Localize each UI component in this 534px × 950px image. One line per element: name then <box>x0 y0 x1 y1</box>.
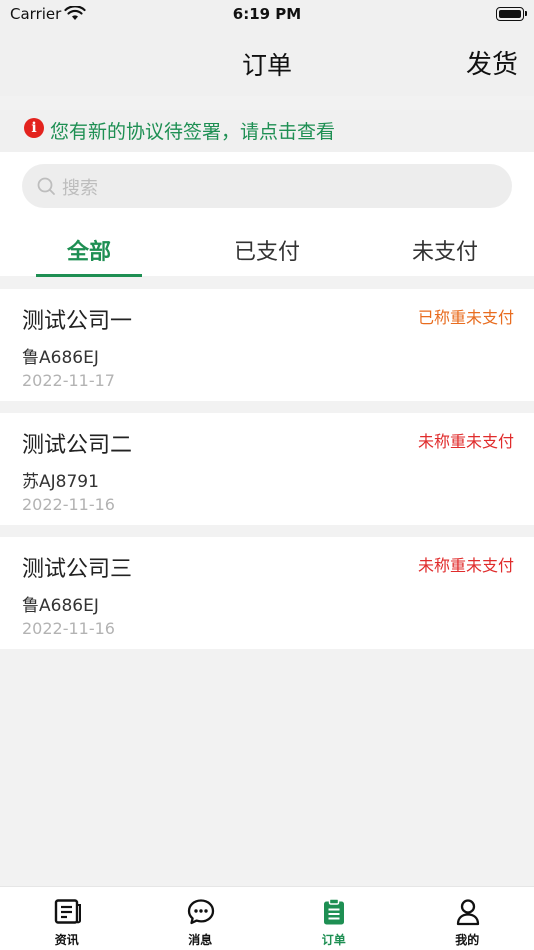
info-icon: i <box>24 118 44 138</box>
order-card[interactable]: 测试公司三 未称重未支付 鲁A686EJ 2022-11-16 <box>0 537 534 649</box>
navigation-bar: 订单 发货 <box>0 30 534 96</box>
tab-paid[interactable]: 已支付 <box>178 228 356 276</box>
tab-bar-profile[interactable]: 我的 <box>401 887 534 950</box>
order-plate: 鲁A686EJ <box>22 596 99 616</box>
order-date: 2022-11-16 <box>22 619 115 638</box>
tab-bar-label: 消息 <box>188 933 213 947</box>
active-tab-indicator <box>36 274 142 277</box>
order-company: 测试公司二 <box>22 433 133 458</box>
bottom-tab-bar: 资讯 消息 订单 我的 <box>0 886 534 950</box>
order-card[interactable]: 测试公司一 已称重未支付 鲁A686EJ 2022-11-17 <box>0 289 534 401</box>
tab-bar-news[interactable]: 资讯 <box>0 887 134 950</box>
news-icon <box>54 899 81 924</box>
order-date: 2022-11-17 <box>22 371 115 390</box>
chat-icon <box>187 899 214 925</box>
order-status: 已称重未支付 <box>417 308 514 327</box>
notice-text: 您有新的协议待签署，请点击查看 <box>50 121 336 143</box>
clock-time: 6:19 PM <box>232 5 302 23</box>
tab-bar-label: 订单 <box>321 933 346 947</box>
tab-label: 全部 <box>66 240 111 265</box>
search-placeholder: 搜索 <box>62 178 98 199</box>
tab-label: 未支付 <box>411 240 478 265</box>
ship-button[interactable]: 发货 <box>466 44 518 81</box>
order-company: 测试公司一 <box>22 309 133 334</box>
tab-bar-label: 我的 <box>455 933 480 947</box>
order-status: 未称重未支付 <box>417 556 514 575</box>
tab-label: 已支付 <box>233 240 300 265</box>
order-company: 测试公司三 <box>22 557 133 582</box>
tab-unpaid[interactable]: 未支付 <box>356 228 534 276</box>
battery-icon <box>496 7 527 21</box>
user-icon <box>456 899 479 926</box>
order-card[interactable]: 测试公司二 未称重未支付 苏AJ8791 2022-11-16 <box>0 413 534 525</box>
order-date: 2022-11-16 <box>22 495 115 514</box>
tab-all[interactable]: 全部 <box>0 228 178 276</box>
tab-bar-label: 资讯 <box>54 933 79 947</box>
order-status: 未称重未支付 <box>417 432 514 451</box>
tab-bar-messages[interactable]: 消息 <box>134 887 268 950</box>
order-plate: 鲁A686EJ <box>22 348 99 368</box>
search-icon <box>37 177 55 195</box>
search-and-tabs: 搜索 全部 已支付 未支付 <box>0 152 534 277</box>
search-input[interactable]: 搜索 <box>22 164 512 208</box>
page-title: 订单 <box>241 51 292 80</box>
tab-bar-orders[interactable]: 订单 <box>267 887 401 950</box>
status-bar: Carrier 6:19 PM <box>0 0 534 30</box>
order-plate: 苏AJ8791 <box>22 472 99 492</box>
clipboard-icon <box>324 898 344 925</box>
agreement-notice[interactable]: i 您有新的协议待签署，请点击查看 <box>0 110 534 152</box>
